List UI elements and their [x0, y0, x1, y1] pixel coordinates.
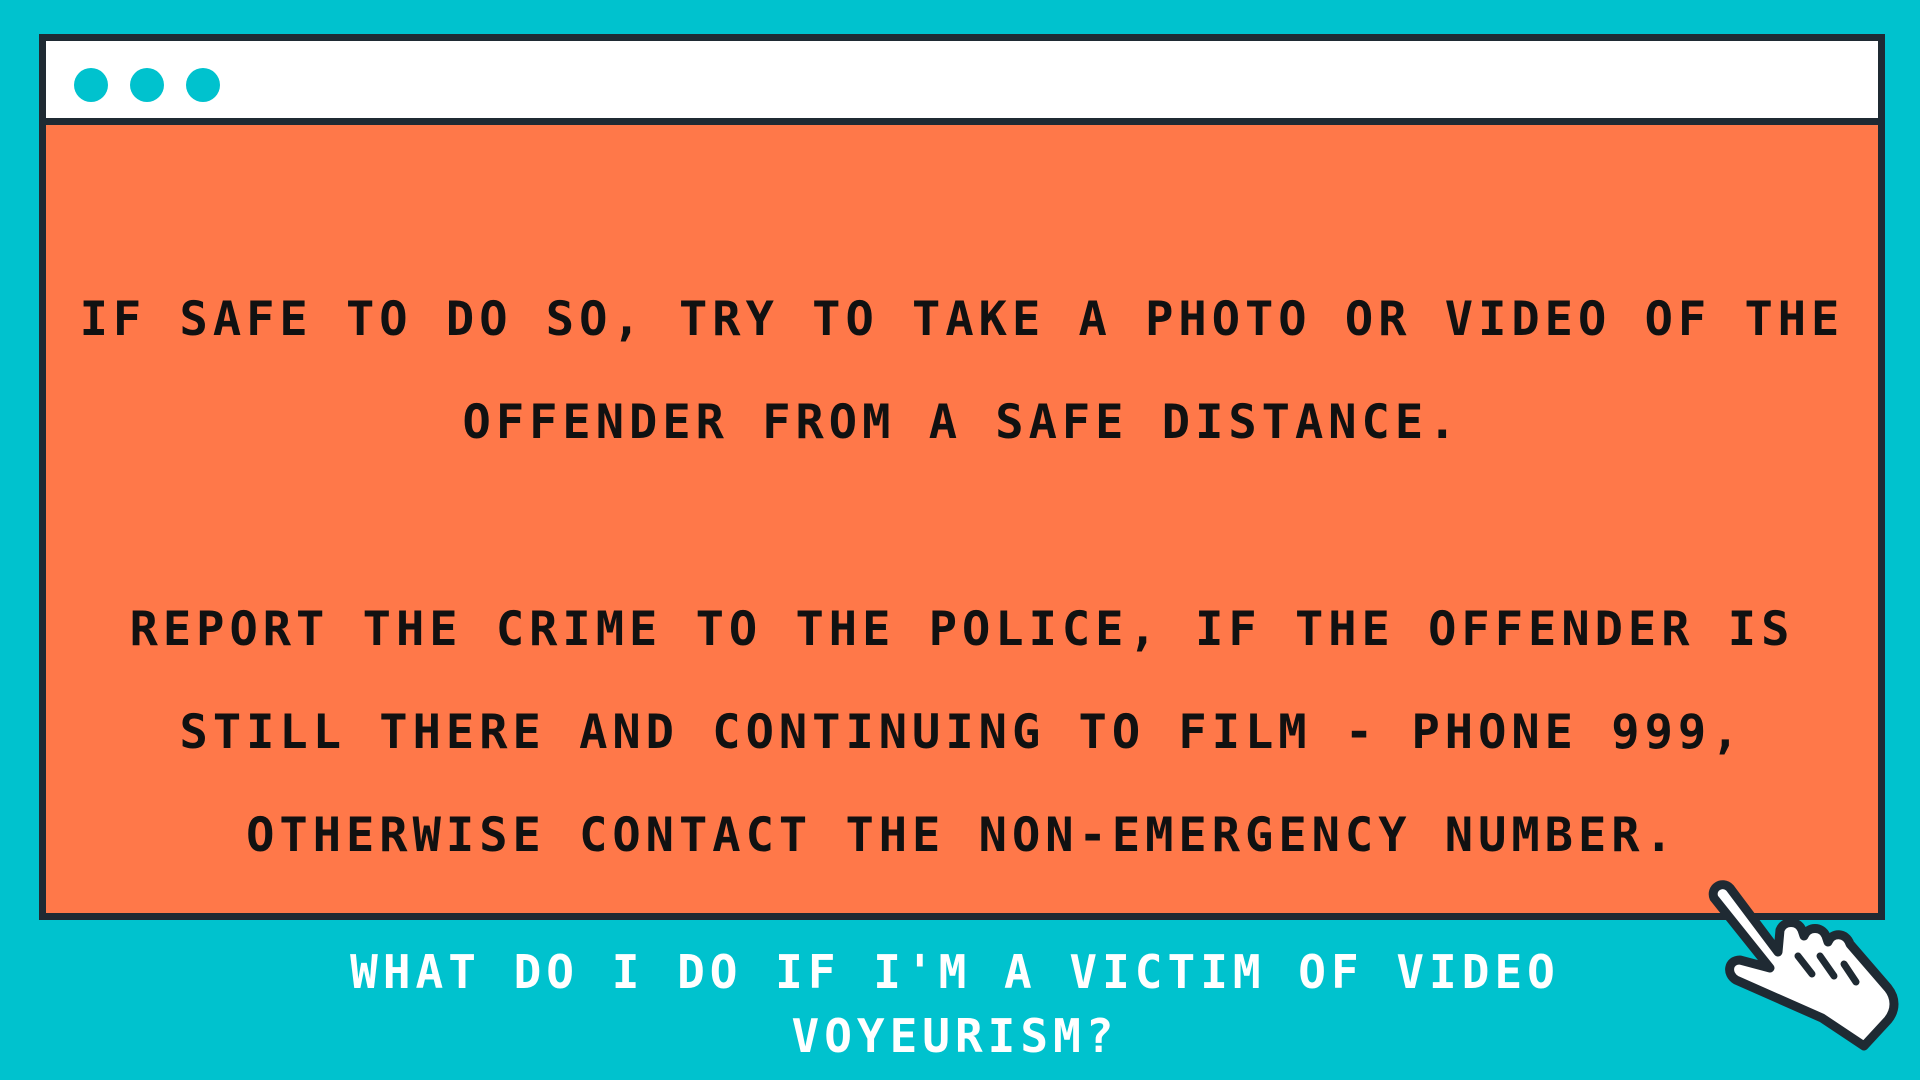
- window-dot-1-icon: [74, 68, 108, 102]
- page-background: IF SAFE TO DO SO, TRY TO TAKE A PHOTO OR…: [0, 0, 1920, 1080]
- window-titlebar: [46, 41, 1878, 125]
- pointing-hand-icon: [1708, 880, 1899, 1051]
- window-content: IF SAFE TO DO SO, TRY TO TAKE A PHOTO OR…: [46, 125, 1878, 913]
- window-dot-2-icon: [130, 68, 164, 102]
- advice-paragraph-photo: IF SAFE TO DO SO, TRY TO TAKE A PHOTO OR…: [79, 292, 1845, 450]
- browser-window: IF SAFE TO DO SO, TRY TO TAKE A PHOTO OR…: [39, 34, 1885, 920]
- window-dot-3-icon: [186, 68, 220, 102]
- caption-heading: WHAT DO I DO IF I'M A VICTIM OF VIDEO VO…: [350, 945, 1560, 1063]
- advice-paragraph-report: REPORT THE CRIME TO THE POLICE, IF THE O…: [129, 602, 1795, 863]
